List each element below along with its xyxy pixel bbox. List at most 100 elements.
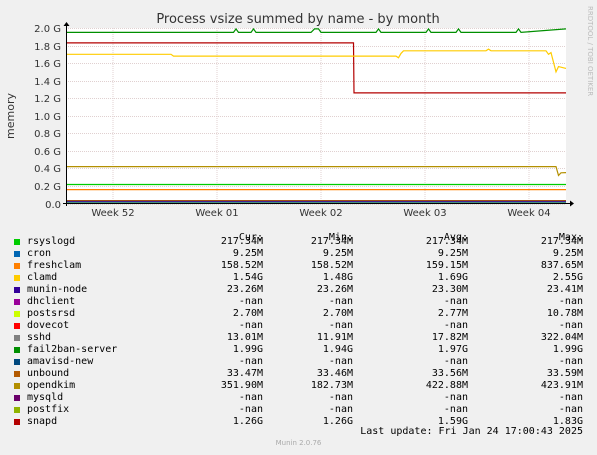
y-tick-label: 0.0 <box>45 200 61 211</box>
legend-swatch <box>14 359 20 365</box>
legend-value-avg: 23.30M <box>431 284 468 295</box>
y-tick-label: 1.4 G <box>34 77 61 88</box>
legend-value-min: 1.26G <box>322 416 353 427</box>
legend-series-name: cron <box>27 248 52 259</box>
legend-value-cur: 2.70M <box>232 308 263 319</box>
legend-value-cur: 351.90M <box>220 380 263 391</box>
legend-row: unbound 33.47M 33.46M 33.56M 33.59M <box>0 368 597 380</box>
legend-swatch <box>14 371 20 377</box>
y-tick-label: 0.6 G <box>34 147 61 158</box>
legend-value-min: 1.48G <box>322 272 353 283</box>
legend-value-min: -nan <box>328 356 353 367</box>
legend-row: postsrsd 2.70M 2.70M 2.77M 10.78M <box>0 308 597 320</box>
legend-value-cur: 33.47M <box>226 368 263 379</box>
legend-value-min: 11.91M <box>316 332 353 343</box>
x-tick-label: Week 52 <box>91 208 134 219</box>
legend-value-max: 1.99G <box>552 344 583 355</box>
legend-series-name: mysqld <box>27 392 64 403</box>
rrdtool-credit: RRDTOOL / TOBI OETIKER <box>586 6 594 97</box>
legend-value-avg: 9.25M <box>437 248 468 259</box>
legend-row: munin-node 23.26M 23.26M 23.30M 23.41M <box>0 284 597 296</box>
legend-value-cur: 13.01M <box>226 332 263 343</box>
legend-value-max: -nan <box>558 356 583 367</box>
x-tick-labels: Week 52 Week 01 Week 02 Week 03 Week 04 <box>91 208 550 219</box>
legend-row: sshd 13.01M 11.91M 17.82M 322.04M <box>0 332 597 344</box>
y-tick-label: 0.4 G <box>34 164 61 175</box>
legend-value-max: 23.41M <box>546 284 583 295</box>
legend-value-cur: -nan <box>238 320 263 331</box>
legend-value-min: -nan <box>328 296 353 307</box>
legend-value-min: 23.26M <box>316 284 353 295</box>
legend-row: dovecot -nan -nan -nan -nan <box>0 320 597 332</box>
legend-value-max: 33.59M <box>546 368 583 379</box>
y-tick-label: 1.8 G <box>34 42 61 53</box>
x-tick-label: Week 02 <box>299 208 342 219</box>
legend-value-cur: 23.26M <box>226 284 263 295</box>
y-axis-arrow <box>63 22 70 26</box>
legend-row: fail2ban-server 1.99G 1.94G 1.97G 1.99G <box>0 344 597 356</box>
legend-value-avg: 33.56M <box>431 368 468 379</box>
legend-series-name: munin-node <box>27 284 88 295</box>
legend-value-cur: 1.99G <box>232 344 263 355</box>
legend-row: amavisd-new -nan -nan -nan -nan <box>0 356 597 368</box>
y-tick-label: 1.6 G <box>34 59 61 70</box>
legend-swatch <box>14 287 20 293</box>
legend-value-avg: 1.69G <box>437 272 468 283</box>
legend-series-name: opendkim <box>27 380 76 391</box>
legend-value-cur: -nan <box>238 392 263 403</box>
last-update: Last update: Fri Jan 24 17:00:43 2025 <box>360 426 583 437</box>
legend-series-name: fail2ban-server <box>27 344 118 355</box>
legend-value-min: 2.70M <box>322 308 353 319</box>
legend-value-avg: 1.97G <box>437 344 468 355</box>
y-tick-labels: 0.0 0.2 G 0.4 G 0.6 G 0.8 G 1.0 G 1.2 G 1.4 G 1.… <box>34 24 61 211</box>
legend-series-name: rsyslogd <box>27 236 76 247</box>
legend-value-cur: 217.34M <box>220 236 263 247</box>
legend-row: rsyslogd 217.34M 217.34M 217.34M 217.34M <box>0 236 597 248</box>
legend-swatch <box>14 395 20 401</box>
legend-value-avg: -nan <box>443 296 468 307</box>
legend-swatch <box>14 383 20 389</box>
legend-swatch <box>14 419 20 425</box>
legend-value-min: -nan <box>328 320 353 331</box>
legend-value-min: 217.34M <box>310 236 353 247</box>
legend-value-min: -nan <box>328 404 353 415</box>
legend-swatch <box>14 263 20 269</box>
legend-value-max: -nan <box>558 404 583 415</box>
legend-row: cron 9.25M 9.25M 9.25M 9.25M <box>0 248 597 260</box>
legend-series-name: dhclient <box>27 296 76 307</box>
legend-swatch <box>14 311 20 317</box>
legend-row: freshclam 158.52M 158.52M 159.15M 837.65M <box>0 260 597 272</box>
legend-value-avg: 2.77M <box>437 308 468 319</box>
legend-value-max: 322.04M <box>540 332 583 343</box>
y-tick-label: 1.0 G <box>34 112 61 123</box>
legend-series-name: unbound <box>27 368 70 379</box>
munin-version: Munin 2.0.76 <box>275 439 322 447</box>
legend-row: opendkim 351.90M 182.73M 422.88M 423.91M <box>0 380 597 392</box>
legend-value-cur: -nan <box>238 296 263 307</box>
y-tick-label: 0.8 G <box>34 129 61 140</box>
legend-swatch <box>14 407 20 413</box>
legend-value-max: 423.91M <box>540 380 583 391</box>
legend-value-avg: 17.82M <box>431 332 468 343</box>
x-tick-label: Week 03 <box>403 208 446 219</box>
legend-value-min: 1.94G <box>322 344 353 355</box>
legend-series-name: freshclam <box>27 260 82 271</box>
legend-swatch <box>14 275 20 281</box>
y-tick-label: 1.2 G <box>34 94 61 105</box>
legend-series-name: amavisd-new <box>27 356 94 367</box>
legend-value-max: -nan <box>558 296 583 307</box>
legend-row: clamd 1.54G 1.48G 1.69G 2.55G <box>0 272 597 284</box>
legend-value-cur: 1.54G <box>232 272 263 283</box>
legend-series-name: postsrsd <box>27 308 76 319</box>
legend-swatch <box>14 239 20 245</box>
y-tick-label: 2.0 G <box>34 24 61 35</box>
legend-value-cur: 1.26G <box>232 416 263 427</box>
legend-value-max: -nan <box>558 320 583 331</box>
legend-series-name: postfix <box>27 404 70 415</box>
legend-value-avg: 217.34M <box>425 236 468 247</box>
y-axis-label: memory <box>4 93 17 139</box>
legend-row: postfix -nan -nan -nan -nan <box>0 404 597 416</box>
legend-swatch <box>14 299 20 305</box>
chart-title: Process vsize summed by name - by month <box>156 12 439 27</box>
legend-value-max: 837.65M <box>540 260 583 271</box>
